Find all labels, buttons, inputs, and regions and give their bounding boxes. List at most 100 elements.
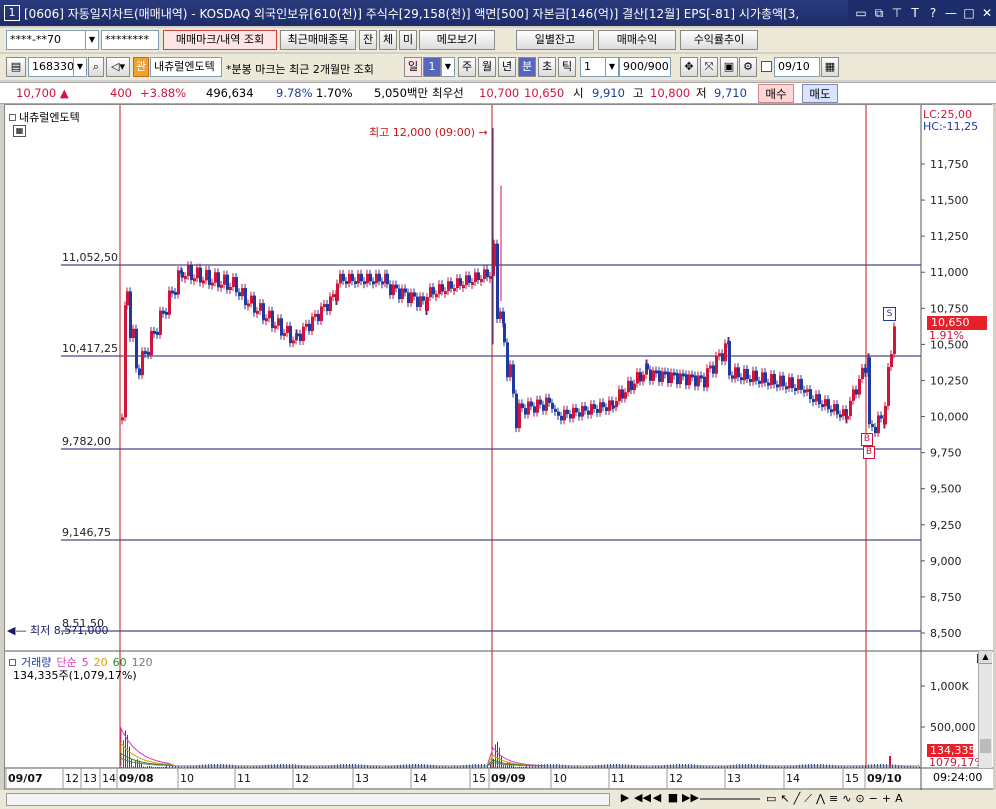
tab-year[interactable]: 년 bbox=[498, 57, 516, 77]
line-icon[interactable]: ╱ bbox=[794, 792, 801, 806]
play-icon[interactable]: ▶ bbox=[618, 791, 632, 804]
maximize-icon[interactable]: □ bbox=[960, 6, 978, 20]
price-tick-label: 10,750 bbox=[930, 302, 969, 315]
sell-mark[interactable]: S bbox=[883, 307, 896, 321]
interval-dropdown-icon[interactable]: ▼ bbox=[441, 57, 455, 77]
return-trend-button[interactable]: 수익률추이 bbox=[680, 30, 758, 50]
unfilled-button[interactable]: 미 bbox=[399, 30, 417, 50]
candle bbox=[456, 278, 459, 289]
font-icon[interactable]: T bbox=[906, 6, 924, 20]
memo-button[interactable]: 메모보기 bbox=[419, 30, 495, 50]
candle bbox=[444, 291, 447, 295]
stop-icon[interactable]: ■ bbox=[666, 791, 680, 804]
zoom-area-icon[interactable]: ▭ bbox=[766, 792, 776, 806]
tab-tick[interactable]: 틱 bbox=[558, 57, 576, 77]
speed-slider[interactable] bbox=[700, 798, 760, 800]
chart-canvas[interactable]: 11,052,5010,417,259,782,009,146,758,51,5… bbox=[5, 105, 993, 793]
ask-price: 10,700 bbox=[479, 86, 520, 100]
amount-value: 5,050백만 bbox=[374, 86, 429, 100]
trend-icon[interactable]: ⟋ bbox=[804, 792, 812, 806]
candle bbox=[168, 290, 171, 315]
gear-icon[interactable]: ⚙ bbox=[739, 57, 757, 77]
filled-button[interactable]: 체 bbox=[379, 30, 397, 50]
candle bbox=[734, 367, 737, 379]
vertical-scrollbar[interactable]: ▲ bbox=[978, 651, 992, 768]
recent-trades-button[interactable]: 최근매매종목 bbox=[280, 30, 356, 50]
scroll-thumb[interactable] bbox=[980, 739, 991, 753]
current-price-tag: 10,650 bbox=[927, 316, 987, 330]
account-input[interactable]: ****-**70 bbox=[6, 30, 86, 50]
balance-button[interactable]: 잔 bbox=[359, 30, 377, 50]
scroll-up-icon[interactable]: ▲ bbox=[979, 651, 992, 664]
price-tick-label: 9,750 bbox=[930, 447, 962, 460]
candle bbox=[655, 370, 658, 374]
candle bbox=[858, 379, 861, 395]
tab-second[interactable]: 초 bbox=[538, 57, 556, 77]
code-dropdown-icon[interactable]: ▼ bbox=[73, 57, 87, 77]
close-icon[interactable]: ✕ bbox=[978, 6, 996, 20]
save-icon[interactable]: ▣ bbox=[720, 57, 738, 77]
tab-month[interactable]: 월 bbox=[478, 57, 496, 77]
pointer-icon[interactable]: ↖ bbox=[780, 792, 789, 806]
tab-week[interactable]: 주 bbox=[458, 57, 476, 77]
ruler-icon[interactable]: ⤧ bbox=[700, 57, 718, 77]
date-input[interactable]: 09/10 bbox=[774, 57, 820, 77]
calendar-icon[interactable]: ▦ bbox=[821, 57, 839, 77]
candle bbox=[429, 287, 432, 298]
query-button[interactable]: 매매마크/내역 조회 bbox=[163, 30, 277, 50]
wave-icon[interactable]: ∿ bbox=[842, 792, 851, 806]
fib-icon[interactable]: ≡ bbox=[829, 792, 838, 806]
x-tick-label: 14 bbox=[786, 772, 800, 785]
candle bbox=[486, 269, 489, 278]
toolbar-account: ****-**70 ▼ ******** 매매마크/내역 조회 최근매매종목 잔… bbox=[0, 28, 996, 52]
candle bbox=[229, 286, 232, 290]
candle bbox=[839, 414, 842, 418]
trade-profit-button[interactable]: 매매수익 bbox=[598, 30, 676, 50]
help-icon[interactable]: ? bbox=[924, 6, 942, 20]
stock-code-input[interactable]: 168330 bbox=[28, 57, 74, 77]
password-input[interactable]: ******** bbox=[101, 30, 159, 50]
crosshair-icon[interactable]: ✥ bbox=[680, 57, 698, 77]
sell-button[interactable]: 매도 bbox=[802, 84, 838, 103]
zoom-in-icon[interactable]: + bbox=[882, 792, 891, 806]
account-dropdown-icon[interactable]: ▼ bbox=[85, 30, 99, 50]
zoom-out-icon[interactable]: − bbox=[869, 792, 878, 806]
prev-icon[interactable]: ◀ bbox=[650, 791, 664, 804]
zoom-icon[interactable]: ⊙ bbox=[855, 792, 864, 806]
volume-collapse-icon[interactable] bbox=[9, 658, 16, 666]
minimize-icon[interactable]: — bbox=[942, 6, 960, 20]
candle bbox=[737, 367, 740, 378]
buy-mark-2[interactable]: B bbox=[863, 446, 875, 459]
sound-icon[interactable]: ◁▾ bbox=[106, 57, 130, 77]
daily-balance-button[interactable]: 일별잔고 bbox=[516, 30, 594, 50]
candle bbox=[779, 375, 782, 387]
tick-input[interactable]: 1 bbox=[580, 57, 606, 77]
fit-icon[interactable]: A bbox=[895, 792, 903, 806]
date-checkbox[interactable] bbox=[761, 61, 772, 72]
forward-icon[interactable]: ▶▶ bbox=[682, 791, 699, 804]
candle bbox=[426, 297, 429, 311]
buy-button[interactable]: 매수 bbox=[758, 84, 794, 103]
interval-value[interactable]: 1 bbox=[423, 57, 441, 77]
buy-mark[interactable]: B bbox=[861, 433, 873, 446]
count-input[interactable]: 900/900 bbox=[619, 57, 671, 77]
horizontal-scrollbar[interactable] bbox=[6, 793, 610, 806]
table-icon[interactable]: ▦ bbox=[13, 125, 26, 137]
candle bbox=[441, 284, 444, 292]
fan-icon[interactable]: ⋀ bbox=[816, 792, 825, 806]
candle bbox=[471, 282, 474, 286]
tick-dropdown-icon[interactable]: ▼ bbox=[605, 57, 619, 77]
candle bbox=[572, 407, 575, 419]
panel-toggle-icon[interactable]: ▤ bbox=[6, 57, 26, 77]
rewind-icon[interactable]: ◀◀ bbox=[634, 791, 651, 804]
layout-icon[interactable]: ⧉ bbox=[870, 6, 888, 21]
pin-icon[interactable]: ⊤ bbox=[888, 6, 906, 20]
chart-panel[interactable]: 11,052,50 10,417,25 9,782,00 9,146,75 8,51,5… bbox=[4, 104, 993, 793]
restore-icon[interactable]: ▭ bbox=[852, 6, 870, 20]
bid-price: 10,650 bbox=[524, 86, 565, 100]
tab-day[interactable]: 일 bbox=[404, 57, 422, 77]
candle bbox=[499, 311, 502, 320]
collapse-icon[interactable] bbox=[9, 113, 16, 121]
search-icon[interactable]: ⌕ bbox=[88, 57, 104, 77]
tab-minute[interactable]: 분 bbox=[518, 57, 536, 77]
